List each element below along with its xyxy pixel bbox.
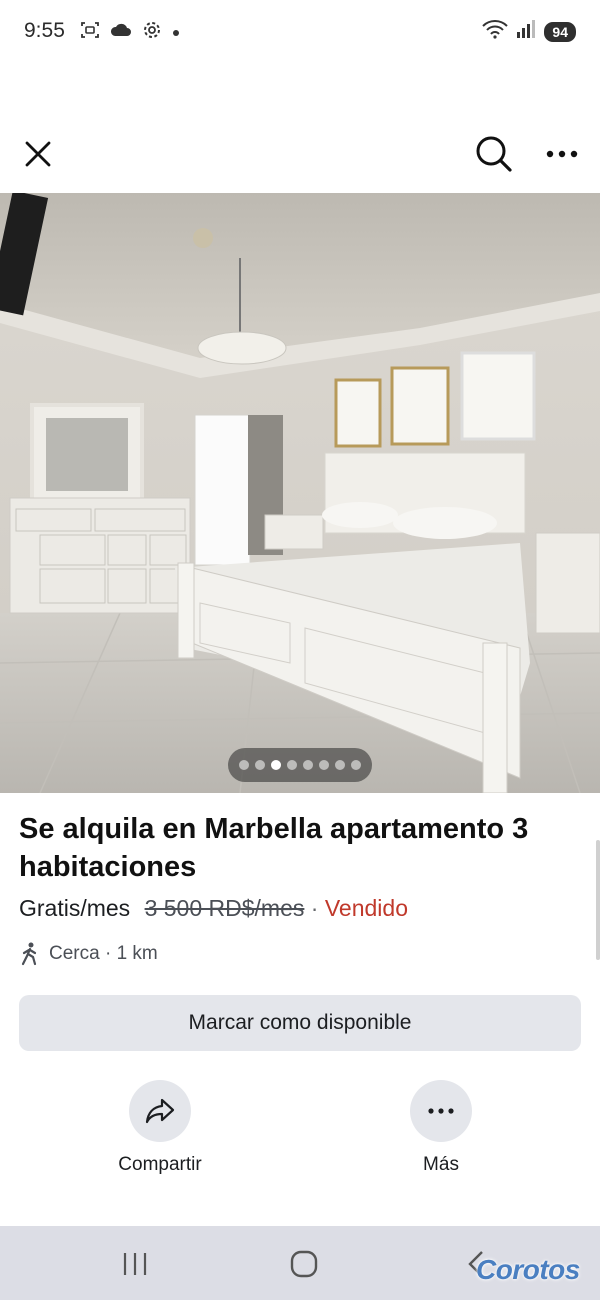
price: Gratis/mes [19, 895, 131, 921]
close-button[interactable] [16, 132, 60, 176]
more-actions-button[interactable] [410, 1080, 472, 1142]
settings-icon [142, 20, 162, 45]
bedroom-photo [0, 193, 600, 793]
old-price: 3 500 RD$/mes [144, 895, 305, 921]
pager-dot [303, 760, 313, 770]
share-label: Compartir [118, 1154, 202, 1175]
home-icon [290, 1250, 318, 1278]
share-button[interactable] [129, 1080, 191, 1142]
search-button[interactable] [470, 130, 518, 178]
pager-dot-active [271, 760, 281, 770]
signal-icon [516, 20, 536, 43]
more-icon [546, 150, 578, 158]
more-label: Más [423, 1154, 459, 1175]
more-dots-icon [428, 1108, 454, 1114]
status-bar: 9:55 94 [0, 0, 600, 64]
listing-photo[interactable] [0, 193, 600, 793]
status-sold: Vendido [324, 895, 408, 921]
price-line: Gratis/mes 3 500 RD$/mes · Vendido [19, 893, 408, 923]
close-icon [25, 141, 51, 167]
pager-dot [351, 760, 361, 770]
dot-icon [172, 24, 180, 42]
pager-dot [319, 760, 329, 770]
listing-title: Se alquila en Marbella apartamento 3 hab… [19, 813, 529, 883]
pager-dot [255, 760, 265, 770]
distance-label: Cerca · 1 km [49, 943, 158, 964]
distance-row: Cerca · 1 km [19, 942, 158, 966]
corotos-watermark: Corotos [476, 1254, 580, 1285]
mark-available-button[interactable]: Marcar como disponible [19, 995, 581, 1051]
wifi-icon [482, 19, 509, 44]
battery-badge: 94 [544, 21, 576, 42]
pager-dot [239, 760, 249, 770]
recents-icon [123, 1253, 147, 1275]
top-bar [0, 120, 600, 186]
walking-icon [21, 942, 37, 966]
price-separator: · [310, 895, 319, 921]
share-action[interactable]: Compartir [80, 1080, 240, 1176]
more-options-button[interactable] [540, 132, 584, 176]
status-icons-left [80, 20, 180, 45]
photo-pager [228, 748, 372, 782]
home-button[interactable] [280, 1244, 328, 1284]
status-icons-right: 94 [482, 19, 576, 44]
pager-dot [287, 760, 297, 770]
scrollbar[interactable] [596, 840, 600, 960]
cloud-icon [110, 22, 132, 43]
more-action[interactable]: Más [361, 1080, 521, 1176]
screenshot-icon [80, 20, 100, 45]
share-icon [145, 1098, 175, 1124]
pager-dot [335, 760, 345, 770]
status-time: 9:55 [24, 19, 65, 42]
search-icon [476, 136, 512, 172]
recents-button[interactable] [111, 1244, 159, 1284]
